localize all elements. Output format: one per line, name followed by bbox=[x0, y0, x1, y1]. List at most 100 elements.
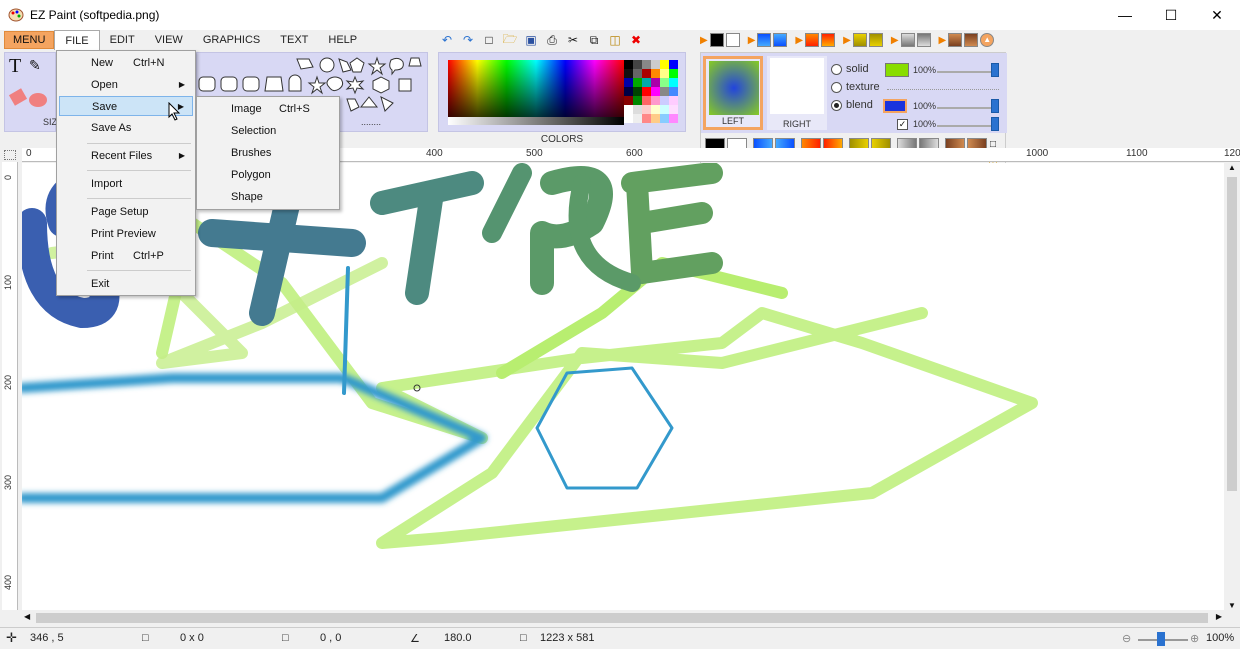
chevron-right-icon[interactable]: ▶ bbox=[1216, 612, 1222, 621]
solid-option[interactable]: solid bbox=[831, 63, 869, 75]
swatch[interactable] bbox=[868, 33, 883, 47]
submenu-item-polygon[interactable]: Polygon bbox=[199, 165, 337, 185]
color-panel-top: LEFT RIGHT solid 100% texture blend 100%… bbox=[701, 53, 1007, 133]
print-icon[interactable]: ⎙ bbox=[543, 32, 561, 48]
mini-palette[interactable] bbox=[624, 60, 678, 123]
texture-radio[interactable] bbox=[831, 81, 842, 93]
save-disk-icon[interactable]: ▣ bbox=[522, 32, 540, 48]
close-button[interactable]: ✕ bbox=[1194, 0, 1240, 30]
cut-icon[interactable]: ✂ bbox=[564, 32, 582, 48]
menu-button[interactable]: MENU bbox=[4, 31, 55, 49]
zoom-out-icon[interactable]: ⊖ bbox=[1122, 632, 1131, 645]
ruler-label: 0 bbox=[26, 148, 32, 159]
pencil-icon[interactable]: ✎ bbox=[29, 57, 41, 74]
submenu-item-image[interactable]: Image Ctrl+S bbox=[199, 99, 337, 119]
chevron-down-icon[interactable]: ▼ bbox=[1224, 601, 1240, 610]
menu-item-print-preview[interactable]: Print Preview bbox=[59, 224, 193, 244]
submenu-item-brushes[interactable]: Brushes bbox=[199, 143, 337, 163]
ruler-label: 400 bbox=[426, 148, 443, 159]
zoom-in-icon[interactable]: ⊕ bbox=[1190, 632, 1199, 645]
chevron-left-icon[interactable]: ◀ bbox=[24, 612, 30, 621]
solid-color-swatch[interactable] bbox=[885, 63, 909, 77]
menu-item-recent-files[interactable]: Recent Files ▶ bbox=[59, 146, 193, 166]
solid-label: solid bbox=[846, 63, 869, 75]
grayscale-bar[interactable] bbox=[448, 117, 624, 125]
swatch[interactable] bbox=[805, 33, 820, 47]
crosshair-icon: ✛ bbox=[6, 630, 17, 645]
texture-label: texture bbox=[846, 81, 880, 93]
horizontal-scroll-thumb[interactable] bbox=[36, 613, 1208, 623]
swatch[interactable] bbox=[852, 33, 867, 47]
left-color-swatch[interactable] bbox=[709, 61, 759, 115]
menu-help[interactable]: HELP bbox=[318, 30, 367, 50]
swatch[interactable] bbox=[964, 33, 979, 47]
blend-slider-track[interactable] bbox=[937, 107, 997, 109]
menu-text[interactable]: TEXT bbox=[270, 30, 318, 50]
ruler-corner bbox=[4, 150, 16, 160]
paste-icon[interactable]: ◫ bbox=[606, 32, 624, 48]
swatch[interactable] bbox=[757, 33, 772, 47]
blend-color-swatch[interactable] bbox=[883, 99, 907, 113]
canvas-vertical-scrollbar[interactable]: ▲ ▼ bbox=[1224, 163, 1240, 610]
blob-brush-icon[interactable] bbox=[29, 93, 47, 107]
swatch[interactable] bbox=[709, 33, 724, 47]
solid-slider-thumb[interactable] bbox=[991, 63, 999, 77]
undo-icon[interactable]: ↶ bbox=[438, 32, 456, 48]
opacity-slider-thumb[interactable] bbox=[991, 117, 999, 131]
swatch[interactable] bbox=[725, 33, 740, 47]
menu-item-page-setup[interactable]: Page Setup bbox=[59, 202, 193, 222]
vertical-scroll-thumb[interactable] bbox=[1227, 177, 1237, 491]
swatch[interactable] bbox=[948, 33, 963, 47]
menu-graphics[interactable]: GRAPHICS bbox=[193, 30, 270, 50]
copy-icon[interactable]: ⧉ bbox=[585, 32, 603, 48]
solid-slider-track[interactable] bbox=[937, 71, 997, 73]
top-palette-strip: ▶ ▶ ▶ ▶ ▶ ▶ ▲ bbox=[700, 31, 995, 49]
swatch[interactable] bbox=[900, 33, 915, 47]
solid-radio[interactable] bbox=[831, 63, 842, 75]
menu-item-open[interactable]: Open ▶ bbox=[59, 75, 193, 95]
menu-item-exit[interactable]: Exit bbox=[59, 274, 193, 294]
swatch[interactable] bbox=[773, 33, 788, 47]
minimize-button[interactable]: — bbox=[1102, 0, 1148, 30]
drawing-canvas[interactable] bbox=[22, 163, 1224, 610]
zoom-slider-thumb[interactable] bbox=[1157, 632, 1165, 646]
menu-edit[interactable]: EDIT bbox=[100, 30, 145, 50]
color-spectrum-picker[interactable] bbox=[448, 60, 624, 122]
ruler-label: 120 bbox=[1224, 148, 1240, 159]
text-tool-icon[interactable]: T bbox=[9, 55, 21, 78]
menu-item-import[interactable]: Import bbox=[59, 174, 193, 194]
blend-option[interactable]: blend bbox=[831, 99, 873, 111]
submenu-item-shape[interactable]: Shape bbox=[199, 187, 337, 207]
eject-icon[interactable]: ▲ bbox=[980, 33, 995, 47]
canvas-horizontal-scrollbar[interactable]: ◀ ▶ bbox=[22, 610, 1224, 626]
eraser-icon[interactable] bbox=[8, 88, 28, 106]
maximize-button[interactable]: ☐ bbox=[1148, 0, 1194, 30]
right-color-swatch[interactable] bbox=[770, 58, 824, 114]
menu-file[interactable]: FILE bbox=[54, 30, 100, 50]
menu-item-label: Exit bbox=[91, 278, 110, 290]
menu-item-label: Import bbox=[91, 178, 123, 190]
open-folder-icon[interactable]: 🗁 bbox=[501, 32, 519, 48]
redo-icon[interactable]: ↷ bbox=[459, 32, 477, 48]
opacity-slider-track[interactable] bbox=[937, 125, 997, 127]
swatch[interactable] bbox=[916, 33, 931, 47]
new-file-icon[interactable]: □ bbox=[480, 32, 498, 48]
blend-radio[interactable] bbox=[831, 99, 842, 111]
right-color-box[interactable]: RIGHT bbox=[767, 56, 827, 130]
opacity-checkbox[interactable]: ✓ bbox=[897, 119, 908, 130]
check-percent: 100% bbox=[913, 119, 937, 129]
menu-item-label: Print Preview bbox=[91, 228, 156, 240]
offset-icon: □ bbox=[282, 632, 289, 644]
ruler-label: 200 bbox=[3, 374, 13, 390]
menu-view[interactable]: VIEW bbox=[145, 30, 193, 50]
left-color-box[interactable]: LEFT bbox=[703, 56, 763, 130]
menu-item-print[interactable]: Print Ctrl+P bbox=[59, 246, 193, 266]
chevron-up-icon[interactable]: ▲ bbox=[1224, 163, 1240, 172]
swatch[interactable] bbox=[821, 33, 836, 47]
blend-slider-thumb[interactable] bbox=[991, 99, 999, 113]
texture-option[interactable]: texture bbox=[831, 81, 880, 93]
submenu-item-selection[interactable]: Selection bbox=[199, 121, 337, 141]
image-size-icon: □ bbox=[520, 632, 527, 644]
menu-item-new[interactable]: New Ctrl+N bbox=[59, 53, 193, 73]
delete-icon[interactable]: ✖ bbox=[627, 32, 645, 48]
